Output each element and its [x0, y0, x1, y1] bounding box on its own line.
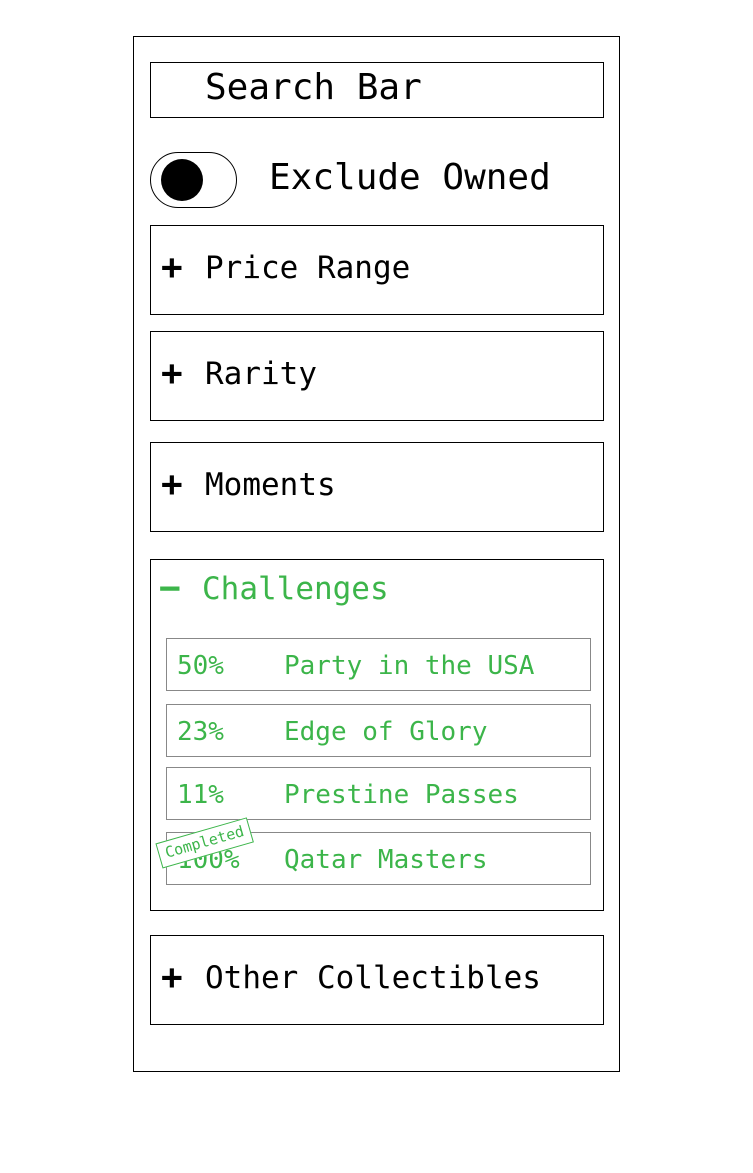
exclude-owned-label: Exclude Owned [269, 157, 551, 198]
section-label: Moments [205, 467, 336, 503]
challenge-progress: 23% [177, 717, 224, 747]
challenge-name: Prestine Passes [284, 780, 519, 810]
section-header[interactable]: + Other Collectibles [151, 936, 603, 1024]
section-rarity[interactable]: + Rarity [150, 331, 604, 421]
section-moments[interactable]: + Moments [150, 442, 604, 532]
section-other-collectibles[interactable]: + Other Collectibles [150, 935, 604, 1025]
challenge-name: Qatar Masters [284, 845, 488, 875]
section-label: Rarity [205, 356, 317, 392]
challenge-row[interactable]: 50% Party in the USA [166, 638, 591, 691]
plus-icon: + [161, 464, 183, 505]
plus-icon: + [161, 957, 183, 998]
section-header[interactable]: + Moments [151, 443, 603, 531]
plus-icon: + [161, 353, 183, 394]
toggle-knob [161, 159, 203, 201]
section-label: Price Range [205, 250, 411, 286]
minus-icon: − [159, 568, 181, 609]
challenge-progress: 50% [177, 651, 224, 681]
plus-icon: + [161, 247, 183, 288]
challenge-row[interactable]: 100% Qatar Masters Completed [155, 817, 591, 885]
exclude-owned-toggle[interactable] [150, 152, 237, 208]
section-challenges: − Challenges 50% Party in the USA 23% Ed… [150, 559, 604, 911]
search-bar[interactable]: Search Bar [150, 62, 604, 118]
challenge-progress: 11% [177, 780, 224, 810]
section-label: Challenges [202, 571, 389, 607]
section-header[interactable]: + Price Range [151, 226, 603, 314]
section-price-range[interactable]: + Price Range [150, 225, 604, 315]
section-label: Other Collectibles [205, 960, 541, 996]
challenge-row[interactable]: 11% Prestine Passes [166, 767, 591, 820]
challenge-name: Edge of Glory [284, 717, 488, 747]
challenge-name: Party in the USA [284, 651, 535, 681]
challenge-row[interactable]: 23% Edge of Glory [166, 704, 591, 757]
section-header[interactable]: + Rarity [151, 332, 603, 420]
search-bar-label: Search Bar [205, 67, 422, 108]
section-header[interactable]: − Challenges [151, 560, 603, 620]
